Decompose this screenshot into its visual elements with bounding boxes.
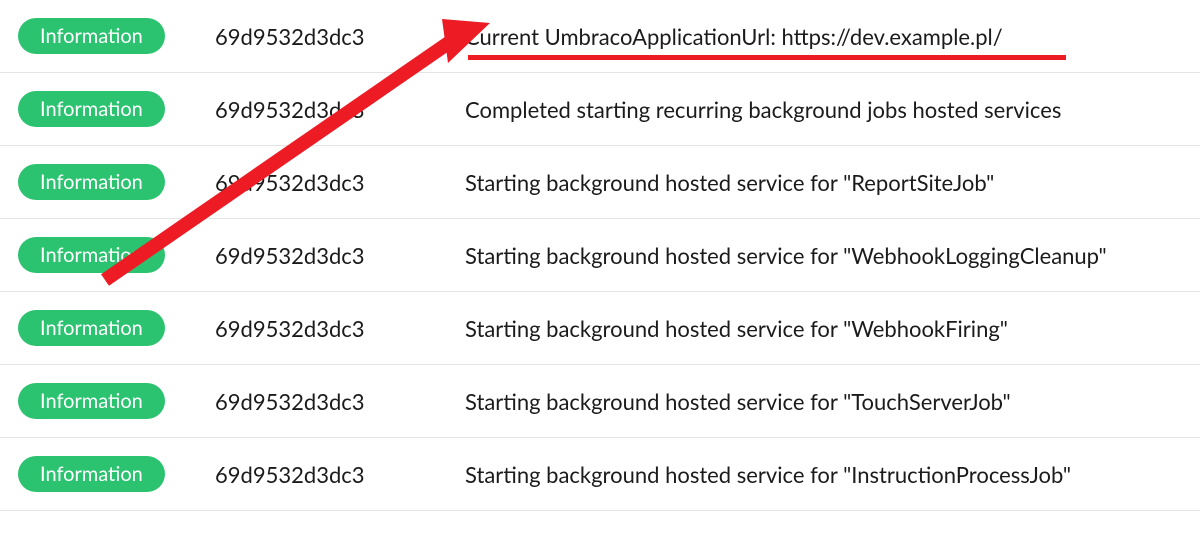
level-badge[interactable]: Information — [18, 237, 165, 273]
log-id-cell: 69d9532d3dc3 — [215, 96, 465, 123]
table-row[interactable]: Information 69d9532d3dc3 Starting backgr… — [0, 438, 1200, 511]
table-row[interactable]: Information 69d9532d3dc3 Starting backgr… — [0, 365, 1200, 438]
annotation-underline — [468, 55, 1066, 60]
level-badge[interactable]: Information — [18, 164, 165, 200]
level-badge[interactable]: Information — [18, 383, 165, 419]
log-level-cell: Information — [0, 237, 215, 273]
log-message-cell: Starting background hosted service for "… — [465, 461, 1200, 488]
log-message-cell: Starting background hosted service for "… — [465, 315, 1200, 342]
log-message-cell: Starting background hosted service for "… — [465, 242, 1200, 269]
log-message-cell: Starting background hosted service for "… — [465, 169, 1200, 196]
log-level-cell: Information — [0, 456, 215, 492]
table-row[interactable]: Information 69d9532d3dc3 Starting backgr… — [0, 219, 1200, 292]
log-table: Information 69d9532d3dc3 Current Umbraco… — [0, 0, 1200, 511]
log-message-cell: Current UmbracoApplicationUrl: https://d… — [465, 23, 1200, 50]
log-message-cell: Starting background hosted service for "… — [465, 388, 1200, 415]
log-id-cell: 69d9532d3dc3 — [215, 242, 465, 269]
level-badge[interactable]: Information — [18, 310, 165, 346]
log-level-cell: Information — [0, 18, 215, 54]
log-level-cell: Information — [0, 310, 215, 346]
log-level-cell: Information — [0, 164, 215, 200]
log-id-cell: 69d9532d3dc3 — [215, 315, 465, 342]
table-row[interactable]: Information 69d9532d3dc3 Completed start… — [0, 73, 1200, 146]
table-row[interactable]: Information 69d9532d3dc3 Starting backgr… — [0, 146, 1200, 219]
table-row[interactable]: Information 69d9532d3dc3 Current Umbraco… — [0, 0, 1200, 73]
level-badge[interactable]: Information — [18, 91, 165, 127]
level-badge[interactable]: Information — [18, 18, 165, 54]
log-id-cell: 69d9532d3dc3 — [215, 23, 465, 50]
table-row[interactable]: Information 69d9532d3dc3 Starting backgr… — [0, 292, 1200, 365]
log-level-cell: Information — [0, 91, 215, 127]
log-message-cell: Completed starting recurring background … — [465, 96, 1200, 123]
log-id-cell: 69d9532d3dc3 — [215, 388, 465, 415]
log-level-cell: Information — [0, 383, 215, 419]
log-id-cell: 69d9532d3dc3 — [215, 461, 465, 488]
log-id-cell: 69d9532d3dc3 — [215, 169, 465, 196]
level-badge[interactable]: Information — [18, 456, 165, 492]
